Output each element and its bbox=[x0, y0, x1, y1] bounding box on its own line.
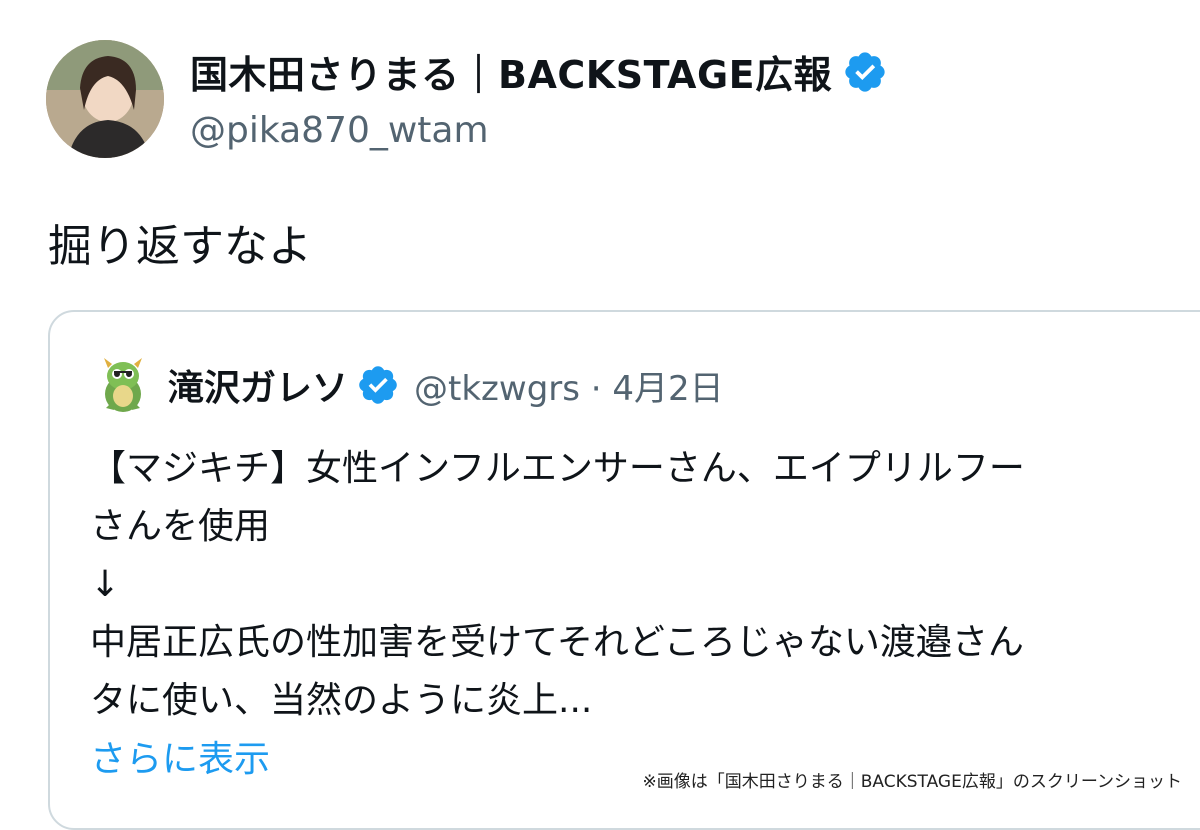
author-name-row: 国木田さりまる｜BACKSTAGE広報 bbox=[190, 44, 888, 99]
quoted-body-line: さんを使用 bbox=[90, 506, 271, 547]
verified-badge-icon[interactable] bbox=[356, 363, 400, 407]
image-caption: ※画像は「国木田さりまる｜BACKSTAGE広報」のスクリーンショット bbox=[638, 765, 1186, 794]
quoted-tweet-header: 滝沢ガレソ @tkzwgrs · 4月2日 bbox=[92, 354, 724, 416]
quoted-tweet-card[interactable]: 滝沢ガレソ @tkzwgrs · 4月2日 【マジキチ】女性インフルエンサーさん… bbox=[48, 310, 1200, 830]
author-display-name[interactable]: 国木田さりまる｜BACKSTAGE広報 bbox=[190, 44, 832, 99]
dragon-avatar-icon[interactable] bbox=[92, 354, 154, 416]
quoted-body-line: 中居正広氏の性加害を受けてそれどころじゃない渡邉さん bbox=[90, 622, 1024, 663]
author-avatar[interactable] bbox=[46, 40, 164, 158]
author-handle[interactable]: @pika870_wtam bbox=[190, 110, 489, 151]
verified-badge-icon[interactable] bbox=[842, 49, 888, 95]
quoted-tweet-body: 【マジキチ】女性インフルエンサーさん、エイプリルフー さんを使用 ↓ 中居正広氏… bbox=[90, 440, 1025, 730]
show-more-link[interactable]: さらに表示 bbox=[90, 730, 270, 782]
quoted-body-line: ↓ bbox=[90, 564, 121, 605]
quoted-display-name[interactable]: 滝沢ガレソ bbox=[168, 359, 348, 411]
quoted-handle-date[interactable]: @tkzwgrs · 4月2日 bbox=[414, 361, 724, 410]
tweet-text: 掘り返すなよ bbox=[48, 221, 312, 272]
quoted-body-line: タに使い、当然のように炎上... bbox=[90, 680, 593, 721]
quoted-body-line: 【マジキチ】女性インフルエンサーさん、エイプリルフー bbox=[90, 448, 1025, 489]
